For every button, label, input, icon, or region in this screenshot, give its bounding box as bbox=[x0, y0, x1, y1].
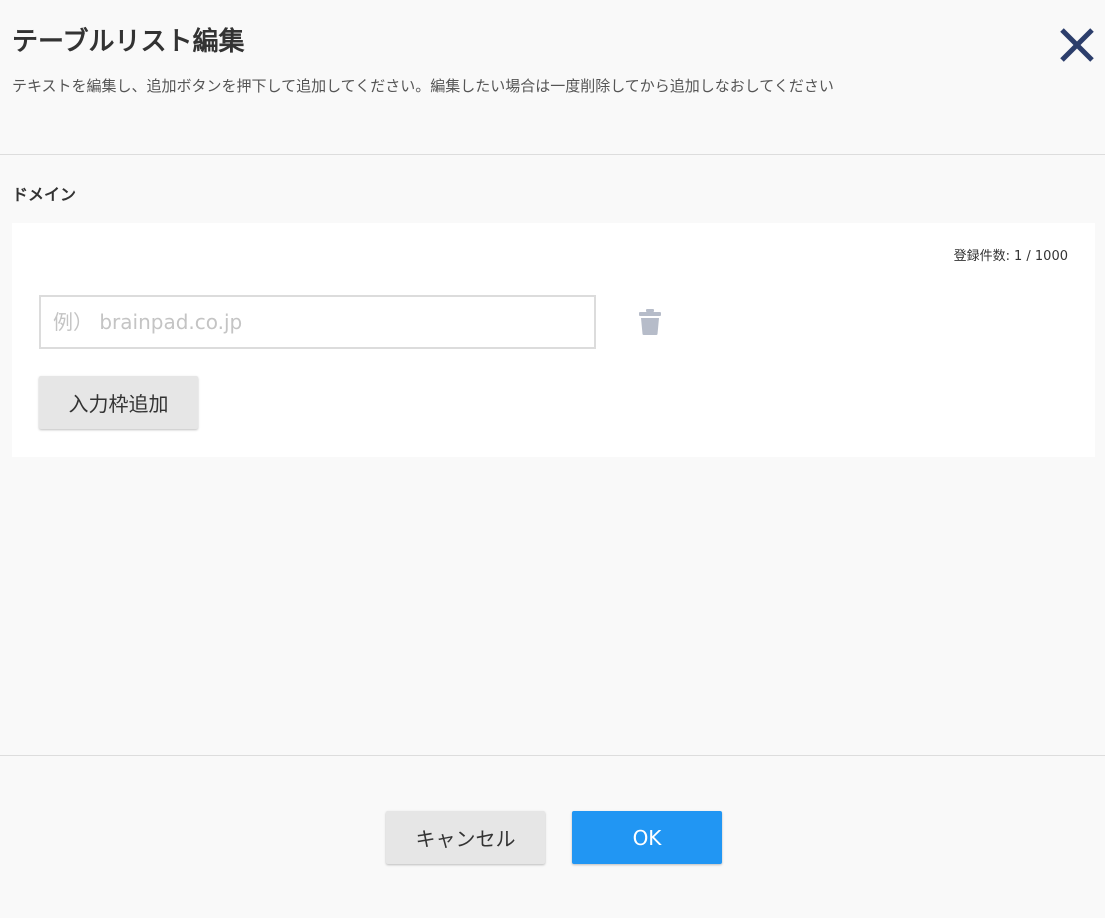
dialog-description: テキストを編集し、追加ボタンを押下して追加してください。編集したい場合は一度削除… bbox=[12, 77, 834, 95]
add-input-field-button[interactable]: 入力枠追加 bbox=[39, 376, 198, 429]
close-button[interactable] bbox=[1057, 25, 1097, 65]
dialog-title: テーブルリスト編集 bbox=[12, 27, 245, 57]
registration-count: 登録件数: 1 / 1000 bbox=[954, 248, 1068, 266]
domain-input[interactable] bbox=[39, 295, 596, 349]
trash-icon bbox=[639, 309, 661, 335]
dialog-footer: キャンセル OK bbox=[0, 755, 1105, 918]
registration-count-label: 登録件数: bbox=[953, 249, 1010, 264]
close-icon bbox=[1060, 28, 1094, 62]
table-list-edit-dialog: テーブルリスト編集 テキストを編集し、追加ボタンを押下して追加してください。編集… bbox=[0, 0, 1105, 918]
registration-count-value: 1 / 1000 bbox=[1014, 249, 1068, 264]
section-label-domain: ドメイン bbox=[12, 185, 77, 204]
domain-card: 登録件数: 1 / 1000 入力枠追加 bbox=[12, 223, 1095, 457]
ok-button[interactable]: OK bbox=[572, 811, 722, 864]
delete-entry-button[interactable] bbox=[639, 309, 661, 335]
cancel-button[interactable]: キャンセル bbox=[386, 811, 545, 864]
dialog-header: テーブルリスト編集 テキストを編集し、追加ボタンを押下して追加してください。編集… bbox=[0, 0, 1105, 155]
